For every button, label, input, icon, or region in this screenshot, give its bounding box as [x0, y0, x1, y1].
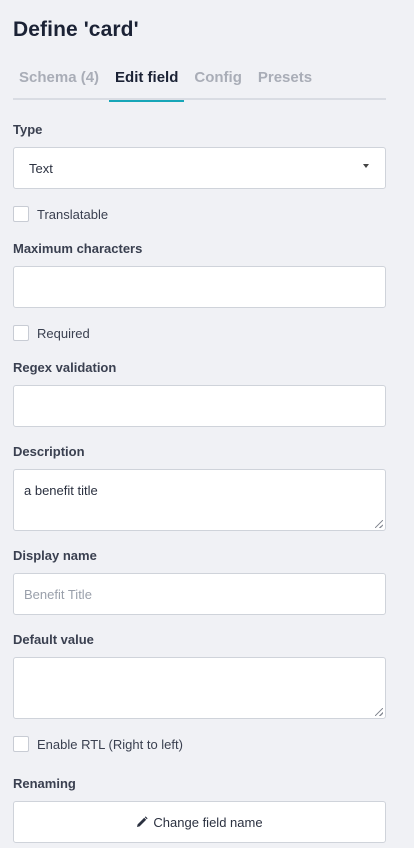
renaming-label: Renaming	[13, 776, 76, 791]
edit-field-panel: Define 'card' Schema (4) Edit field Conf…	[0, 0, 414, 848]
translatable-label: Translatable	[37, 206, 109, 222]
required-label: Required	[37, 325, 90, 341]
type-select[interactable]: Text	[13, 147, 386, 189]
tab-presets[interactable]: Presets	[252, 60, 318, 100]
translatable-checkbox[interactable]	[13, 206, 29, 222]
display-name-placeholder: Benefit Title	[24, 586, 92, 602]
required-checkbox[interactable]	[13, 325, 29, 341]
description-textarea[interactable]: a benefit title	[13, 469, 386, 531]
regex-input[interactable]	[13, 385, 386, 427]
resize-handle-icon[interactable]	[375, 708, 383, 716]
tab-schema[interactable]: Schema (4)	[13, 60, 105, 100]
max-chars-label: Maximum characters	[13, 241, 143, 256]
type-label: Type	[13, 122, 43, 137]
pencil-icon	[137, 816, 149, 827]
tab-bar: Schema (4) Edit field Config Presets	[13, 60, 386, 102]
description-value: a benefit title	[24, 483, 98, 498]
display-name-label: Display name	[13, 548, 97, 563]
page-title: Define 'card'	[13, 18, 139, 41]
rtl-checkbox[interactable]	[13, 736, 29, 752]
required-row[interactable]: Required	[13, 325, 90, 341]
type-select-value: Text	[29, 160, 53, 176]
rtl-label: Enable RTL (Right to left)	[37, 736, 183, 752]
regex-label: Regex validation	[13, 360, 117, 375]
tab-config[interactable]: Config	[188, 60, 247, 100]
tab-edit-field[interactable]: Edit field	[109, 60, 185, 102]
default-value-label: Default value	[13, 632, 94, 647]
resize-handle-icon[interactable]	[375, 520, 383, 528]
change-field-name-button[interactable]: Change field name	[13, 801, 386, 843]
description-label: Description	[13, 444, 85, 459]
change-field-name-label: Change field name	[153, 814, 263, 830]
max-chars-input[interactable]	[13, 266, 386, 308]
rtl-row[interactable]: Enable RTL (Right to left)	[13, 736, 183, 752]
display-name-input[interactable]: Benefit Title	[13, 573, 386, 615]
caret-down-icon	[363, 164, 369, 168]
translatable-row[interactable]: Translatable	[13, 206, 108, 222]
default-value-textarea[interactable]	[13, 657, 386, 719]
